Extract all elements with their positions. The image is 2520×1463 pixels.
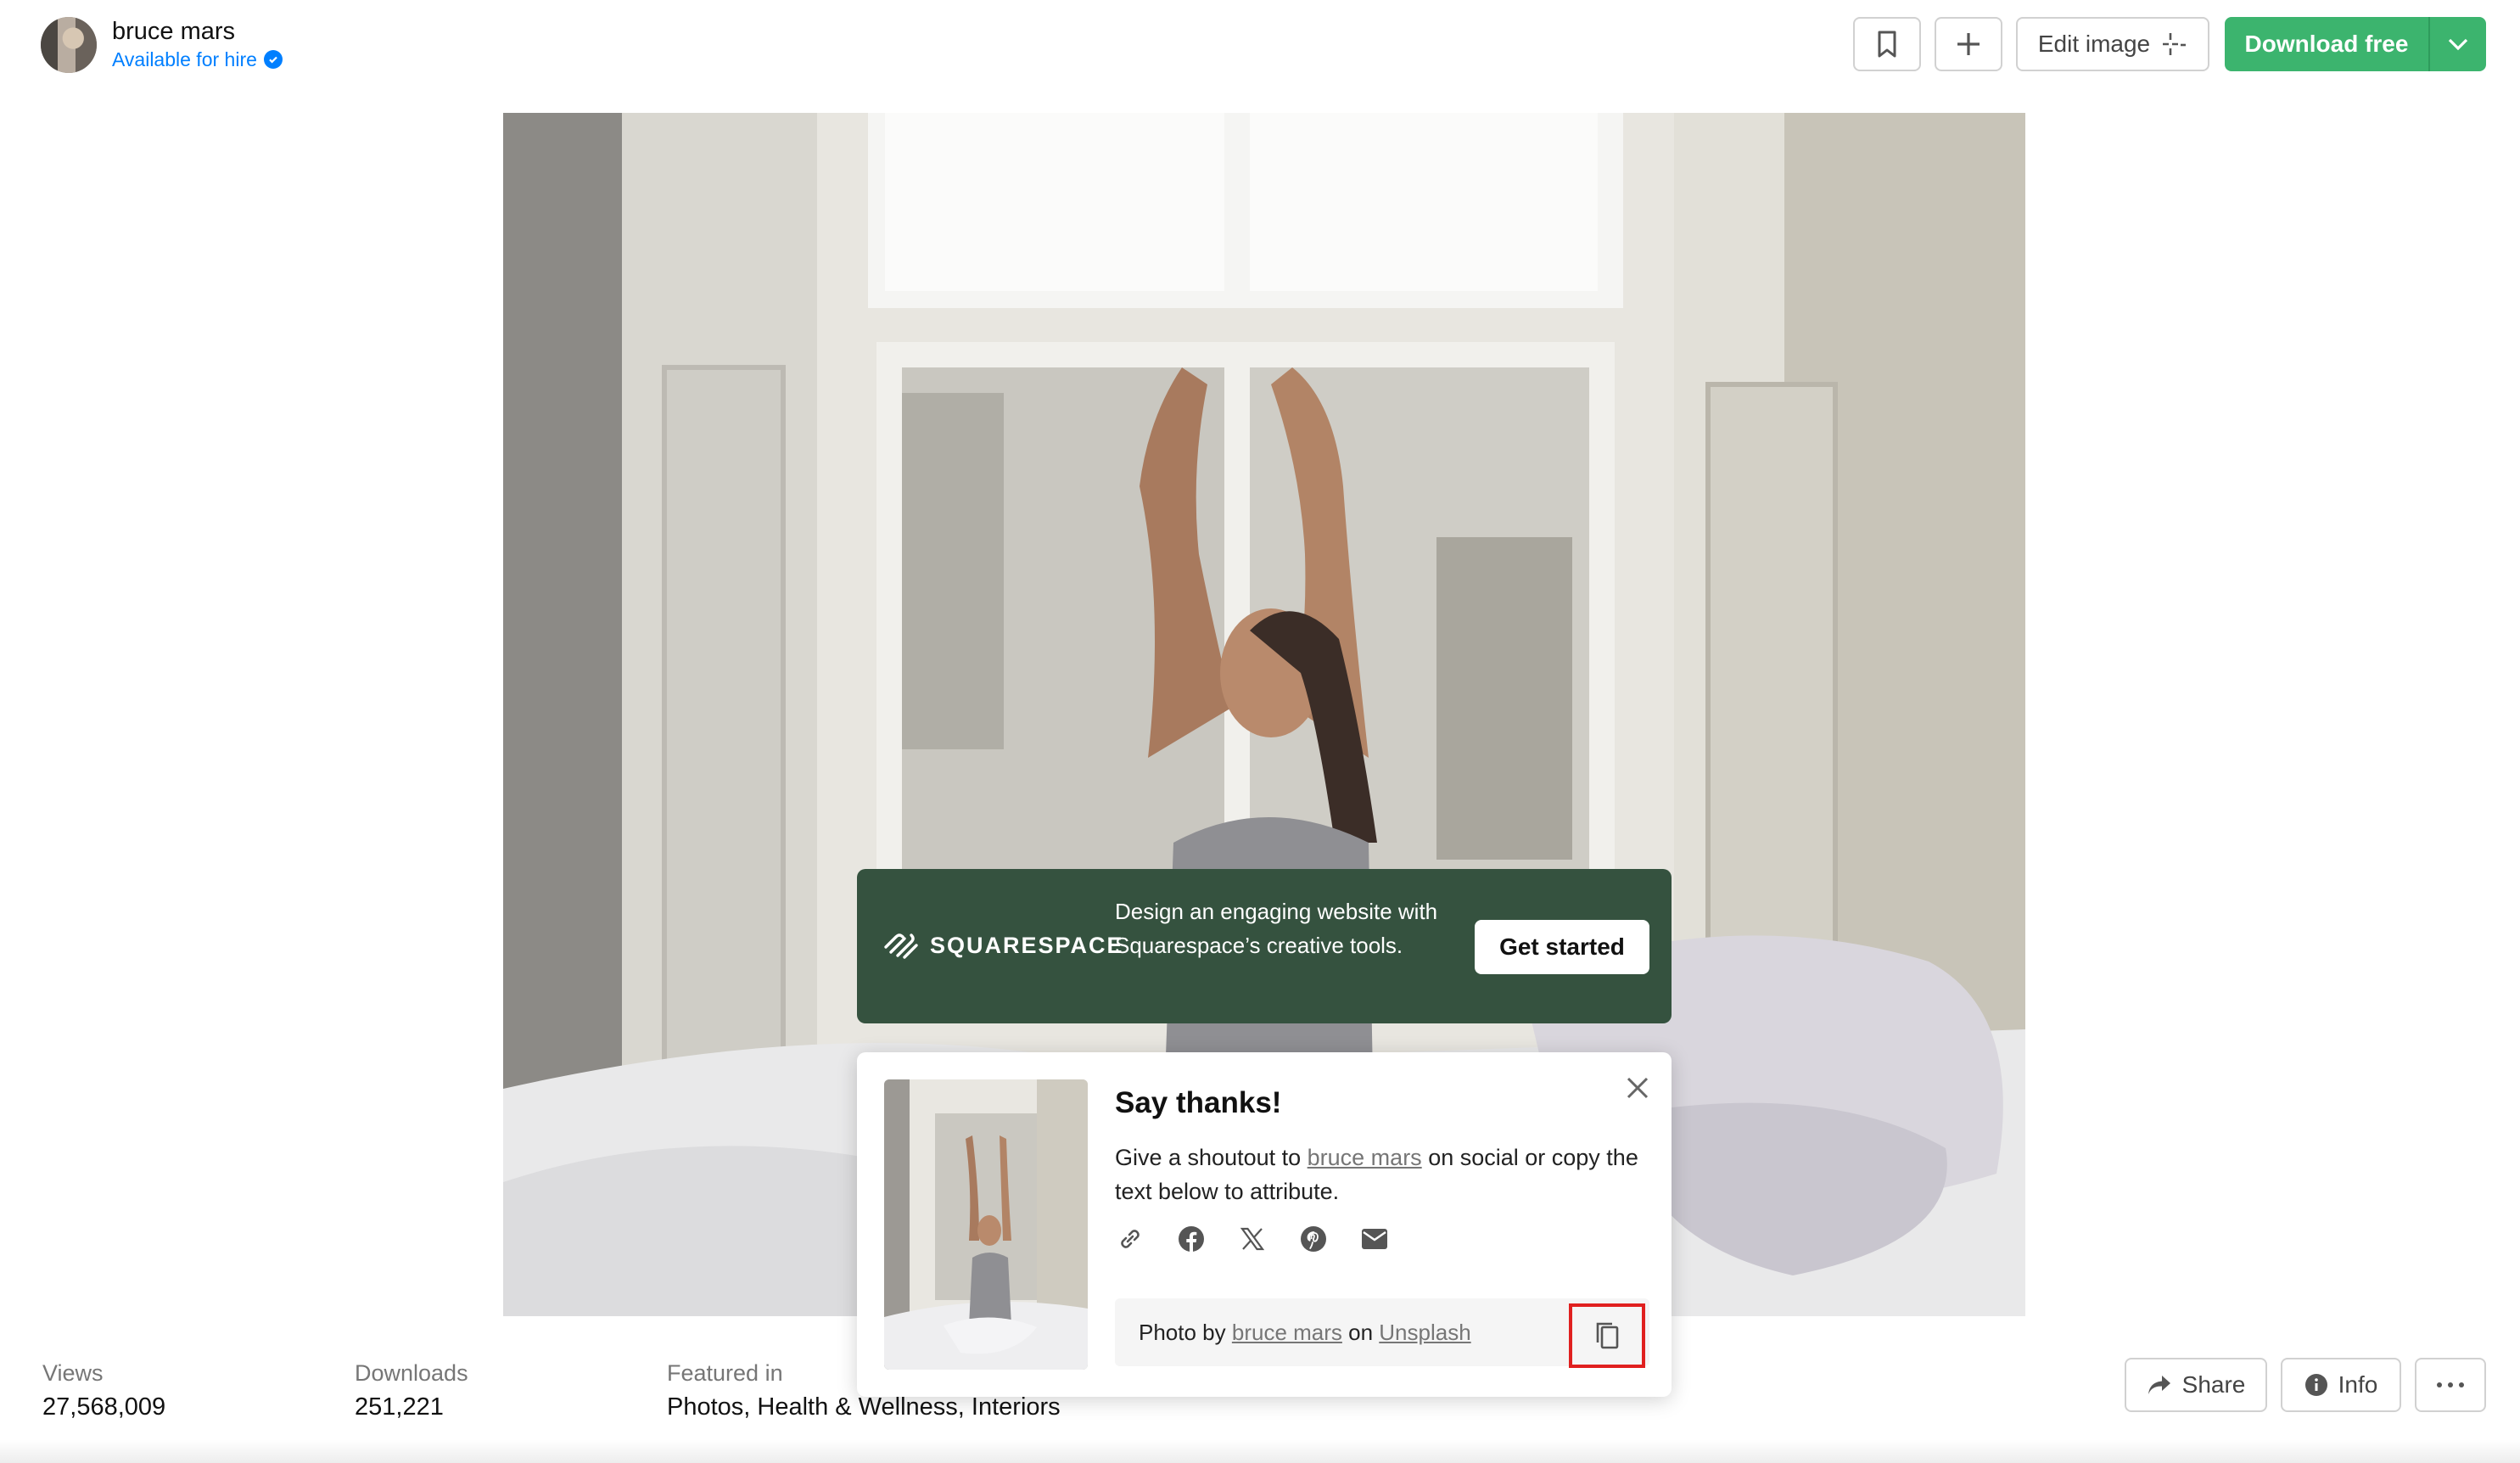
ad-logo: SQUARESPACE bbox=[882, 930, 1124, 961]
share-icons-row bbox=[1115, 1224, 1390, 1254]
attr-author-link[interactable]: bruce mars bbox=[1232, 1320, 1342, 1345]
edit-image-button[interactable]: Edit image bbox=[2016, 17, 2209, 71]
user-profile[interactable]: bruce mars Available for hire bbox=[41, 17, 283, 73]
share-label: Share bbox=[2181, 1371, 2246, 1398]
author-link[interactable]: bruce mars bbox=[1308, 1145, 1422, 1170]
info-label: Info bbox=[2338, 1371, 2378, 1398]
add-to-collection-button[interactable] bbox=[1935, 17, 2002, 71]
photo-stats: Views 27,568,009 Downloads 251,221 Featu… bbox=[42, 1358, 1061, 1426]
x-twitter-icon bbox=[1240, 1227, 1265, 1251]
verified-icon bbox=[263, 50, 283, 69]
say-thanks-description: Give a shoutout to bruce mars on social … bbox=[1115, 1141, 1649, 1208]
download-options-button[interactable] bbox=[2430, 17, 2486, 71]
close-button[interactable] bbox=[1621, 1071, 1655, 1105]
hire-label: Available for hire bbox=[112, 48, 257, 70]
featured-label: Featured in bbox=[667, 1360, 783, 1386]
email-share-button[interactable] bbox=[1359, 1224, 1390, 1254]
views-stat: Views 27,568,009 bbox=[42, 1358, 355, 1426]
views-value: 27,568,009 bbox=[42, 1393, 166, 1421]
info-icon bbox=[2304, 1374, 2327, 1396]
get-started-button[interactable]: Get started bbox=[1475, 920, 1649, 974]
pinterest-share-button[interactable] bbox=[1298, 1224, 1329, 1254]
say-thanks-card: Say thanks! Give a shoutout to bruce mar… bbox=[857, 1052, 1672, 1397]
more-dots-icon bbox=[2437, 1382, 2464, 1387]
featured-value[interactable]: Photos, Health & Wellness, Interiors bbox=[667, 1388, 1061, 1426]
squarespace-logo-icon bbox=[884, 933, 918, 959]
copy-attribution-button[interactable] bbox=[1569, 1303, 1645, 1368]
photo-header: bruce mars Available for hire Edit image… bbox=[0, 0, 2520, 93]
attr-site-link[interactable]: Unsplash bbox=[1379, 1320, 1470, 1345]
x-share-button[interactable] bbox=[1237, 1224, 1268, 1254]
views-label: Views bbox=[42, 1360, 104, 1386]
squarespace-ad[interactable]: SQUARESPACE Design an engaging website w… bbox=[857, 869, 1672, 1023]
download-free-button[interactable]: Download free bbox=[2225, 17, 2428, 71]
downloads-value: 251,221 bbox=[355, 1393, 444, 1421]
say-thanks-title: Say thanks! bbox=[1115, 1086, 1282, 1119]
photo-thumbnail bbox=[884, 1079, 1088, 1370]
attr-mid: on bbox=[1341, 1319, 1380, 1345]
attribution-text: Photo by bruce mars on Unsplash bbox=[1139, 1320, 1471, 1346]
share-arrow-icon bbox=[2148, 1376, 2170, 1394]
attr-prefix: Photo by bbox=[1139, 1319, 1232, 1345]
facebook-icon bbox=[1179, 1226, 1204, 1252]
bookmark-button[interactable] bbox=[1853, 17, 1921, 71]
plus-icon bbox=[1957, 33, 1980, 55]
chevron-down-icon bbox=[2448, 38, 2468, 51]
link-icon bbox=[1121, 1230, 1140, 1248]
facebook-share-button[interactable] bbox=[1176, 1224, 1207, 1254]
thumbnail-illustration bbox=[884, 1079, 1088, 1370]
more-actions-button[interactable] bbox=[2415, 1358, 2486, 1412]
downloads-stat: Downloads 251,221 bbox=[355, 1358, 667, 1426]
close-icon bbox=[1627, 1077, 1649, 1099]
info-button[interactable]: Info bbox=[2281, 1358, 2401, 1412]
bottom-shadow bbox=[0, 1439, 2520, 1463]
pinterest-icon bbox=[1301, 1226, 1326, 1252]
featured-stat: Featured in Photos, Health & Wellness, I… bbox=[667, 1358, 1061, 1426]
avatar[interactable] bbox=[41, 17, 97, 73]
copy-link-button[interactable] bbox=[1115, 1224, 1145, 1254]
bookmark-icon bbox=[1878, 31, 1896, 58]
download-button-group: Download free bbox=[2225, 17, 2486, 71]
ad-brand-name: SQUARESPACE bbox=[930, 932, 1124, 958]
desc-prefix: Give a shoutout to bbox=[1115, 1145, 1308, 1170]
downloads-label: Downloads bbox=[355, 1360, 468, 1386]
edit-image-label: Edit image bbox=[2037, 31, 2151, 57]
hire-link[interactable]: Available for hire bbox=[112, 46, 283, 73]
user-name[interactable]: bruce mars bbox=[112, 17, 283, 46]
ad-text: Design an engaging website with Squaresp… bbox=[1115, 899, 1438, 958]
mail-icon bbox=[1362, 1229, 1387, 1249]
edit-sparkle-icon bbox=[2163, 33, 2187, 55]
copy-icon bbox=[1596, 1322, 1619, 1349]
share-button[interactable]: Share bbox=[2125, 1358, 2267, 1412]
